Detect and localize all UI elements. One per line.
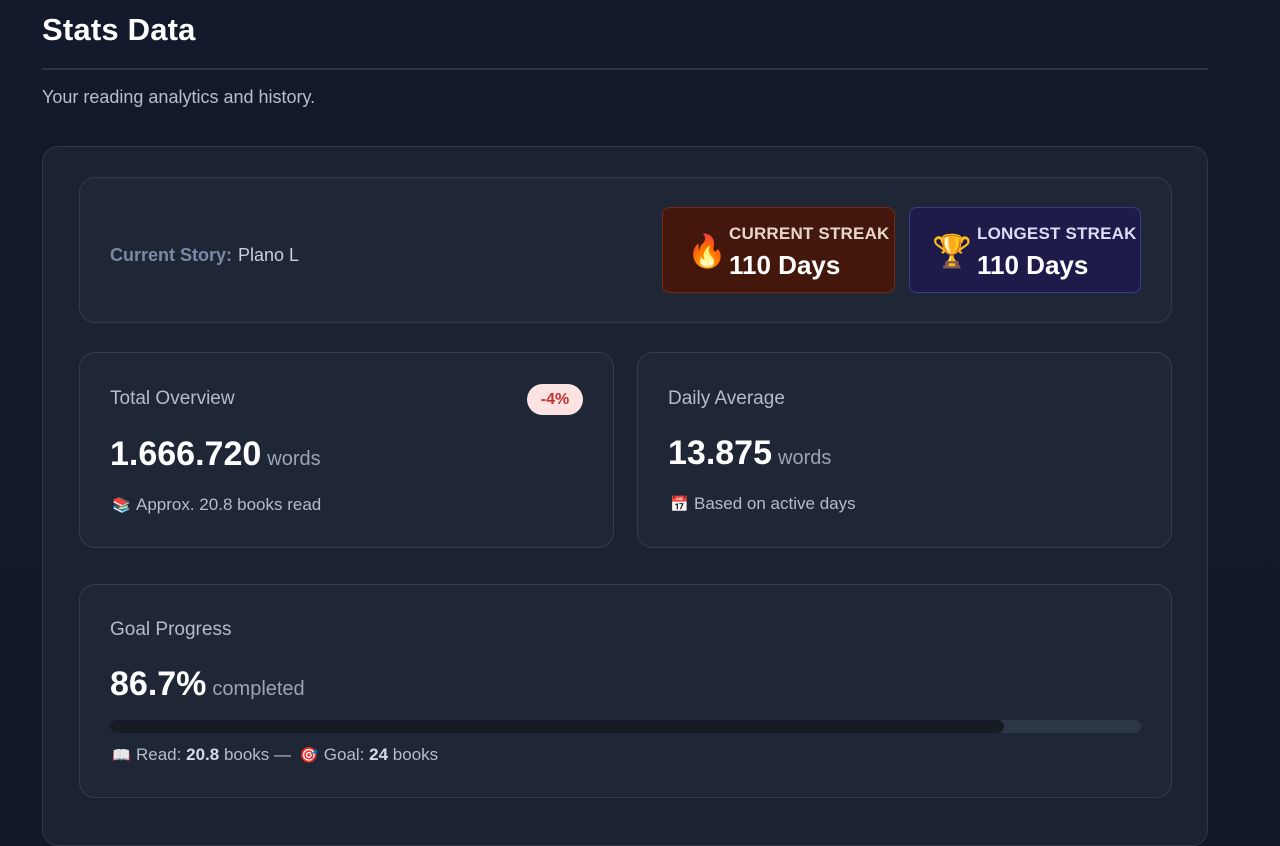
title-divider bbox=[42, 68, 1208, 70]
active-days-text: Based on active days bbox=[694, 494, 856, 513]
goal-percent: 86.7% completed bbox=[110, 665, 305, 704]
goal-progress-fill bbox=[110, 720, 1004, 733]
stats-page: Stats Data Your reading analytics and hi… bbox=[0, 0, 1280, 846]
longest-streak-label: LONGEST STREAK bbox=[977, 224, 1137, 243]
goal-summary: 📖 Read: 20.8 books — 🎯 Goal: 24 books bbox=[112, 745, 438, 765]
target-icon: 🎯 bbox=[299, 747, 319, 764]
longest-streak-card: 🏆 LONGEST STREAK 110 Days bbox=[909, 207, 1141, 293]
goal-progress-label: Goal Progress bbox=[110, 619, 232, 640]
active-days-note: 📅 Based on active days bbox=[670, 494, 856, 514]
total-words-value: 1.666.720 bbox=[110, 435, 262, 473]
current-story: Current Story: Plano L bbox=[110, 245, 299, 266]
read-value: 20.8 bbox=[186, 745, 220, 764]
calendar-icon: 📅 bbox=[670, 496, 689, 513]
daily-average-label: Daily Average bbox=[668, 388, 785, 409]
goal-label: Goal: bbox=[323, 745, 365, 764]
books-read-text: Approx. 20.8 books read bbox=[136, 495, 322, 514]
current-story-value: Plano L bbox=[238, 245, 300, 265]
total-words-unit: words bbox=[267, 448, 321, 470]
goal-value: 24 bbox=[369, 745, 389, 764]
read-label: Read: bbox=[136, 745, 182, 764]
daily-words: 13.875 words bbox=[668, 434, 831, 473]
daily-words-unit: words bbox=[778, 447, 832, 469]
page-subtitle: Your reading analytics and history. bbox=[42, 87, 316, 107]
trophy-icon: 🏆 bbox=[932, 233, 972, 269]
total-words: 1.666.720 words bbox=[110, 435, 321, 474]
goal-unit: books bbox=[392, 745, 439, 764]
current-streak-value: 110 Days bbox=[729, 250, 841, 280]
goal-progress-bar bbox=[110, 720, 1141, 733]
current-streak-label: CURRENT STREAK bbox=[729, 224, 890, 243]
page-title: Stats Data bbox=[42, 12, 196, 47]
longest-streak-value: 110 Days bbox=[977, 250, 1089, 280]
read-unit: books — bbox=[223, 745, 292, 764]
goal-percent-value: 86.7% bbox=[110, 665, 207, 703]
flame-icon: 🔥 bbox=[687, 233, 727, 269]
current-streak-card: 🔥 CURRENT STREAK 110 Days bbox=[662, 207, 895, 293]
books-icon: 📚 bbox=[112, 497, 131, 514]
change-badge: -4% bbox=[527, 384, 583, 415]
daily-words-value: 13.875 bbox=[668, 434, 772, 472]
total-overview-label: Total Overview bbox=[110, 388, 235, 409]
open-book-icon: 📖 bbox=[112, 747, 131, 764]
books-read-note: 📚 Approx. 20.8 books read bbox=[112, 495, 321, 515]
goal-percent-unit: completed bbox=[212, 678, 305, 700]
current-story-label: Current Story: bbox=[110, 245, 233, 265]
